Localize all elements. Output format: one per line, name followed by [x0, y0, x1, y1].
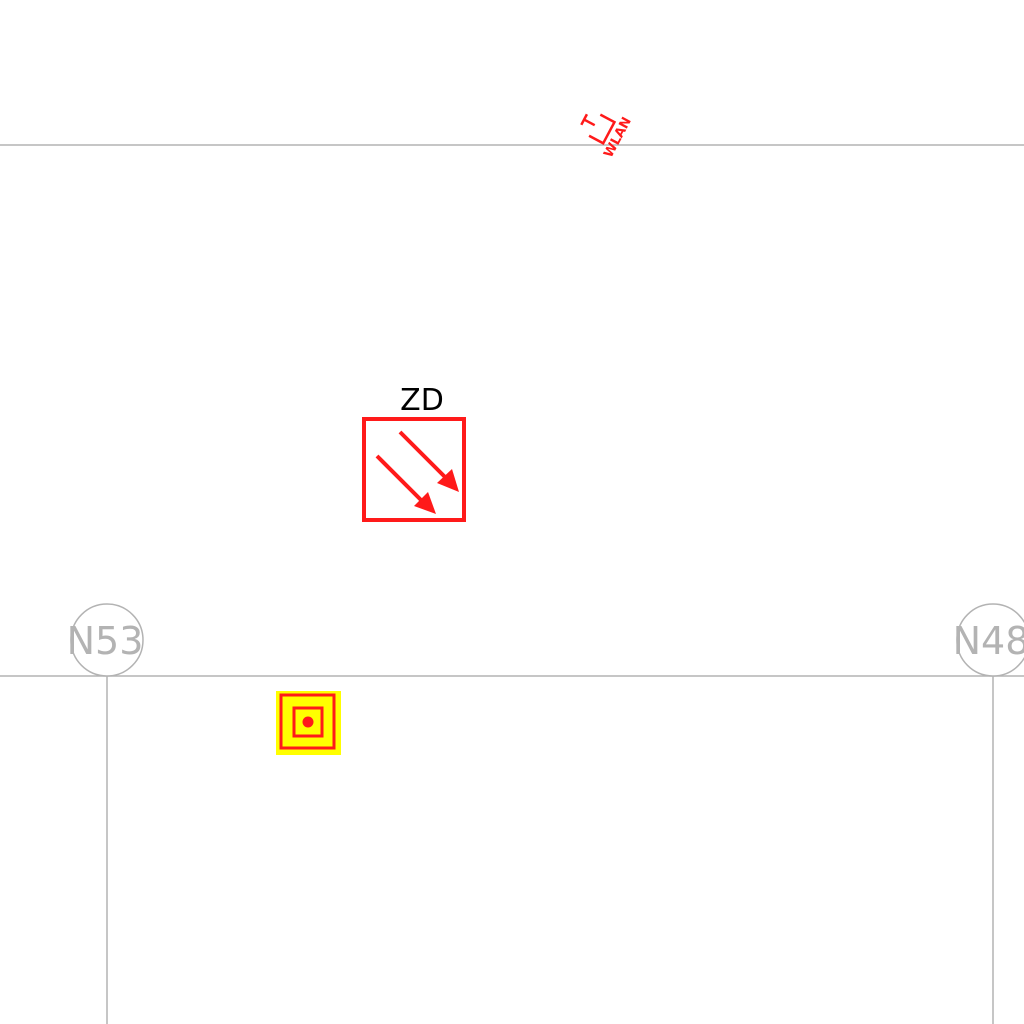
grid-marker-label: N48 [953, 619, 1024, 663]
zd-symbol: ZD [362, 383, 466, 522]
grid-marker-label: N53 [67, 619, 144, 663]
grid-lines [0, 144, 1024, 1024]
two-diagonal-arrows-icon [375, 430, 459, 514]
zd-frame [362, 417, 466, 522]
floor-plan-drawing: N53 N48 ZD WLAN [0, 113, 1024, 1024]
wlan-symbol: WLAN [580, 113, 635, 160]
grid-marker-n53: N53 [67, 603, 144, 677]
device-symbol [276, 691, 341, 755]
grid-marker-n48: N48 [953, 603, 1024, 677]
floor-plan-canvas: N53 N48 ZD WLAN [0, 0, 1024, 1024]
zd-label: ZD [400, 383, 444, 418]
